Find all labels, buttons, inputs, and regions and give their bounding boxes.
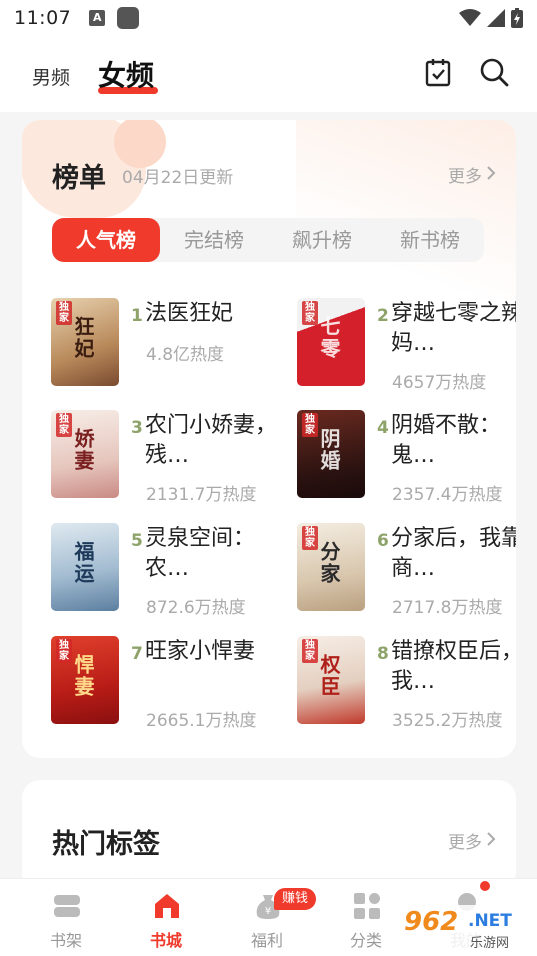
book-item[interactable]: 独家 狂妃 1 法医狂妃 4.8亿热度 bbox=[51, 298, 281, 398]
book-item[interactable]: 独家 悍妻 7 旺家小悍妻 2665.1万热度 bbox=[51, 636, 281, 736]
book-heat: 4657万热度 bbox=[392, 373, 487, 393]
book-heat: 2717.8万热度 bbox=[392, 598, 503, 618]
cover-art-text: 狂妃 bbox=[71, 316, 95, 360]
notification-dot bbox=[480, 881, 490, 891]
book-heat: 2357.4万热度 bbox=[392, 485, 503, 505]
watermark-net: .NET bbox=[468, 911, 512, 931]
wifi-icon bbox=[459, 9, 481, 26]
nav-category[interactable]: 分类 bbox=[326, 879, 406, 956]
home-icon bbox=[155, 894, 179, 918]
nav-bookshelf[interactable]: 书架 bbox=[26, 879, 106, 956]
battery-icon bbox=[511, 8, 523, 28]
hot-tags-title: 热门标签 bbox=[52, 829, 160, 860]
rank-number: 5 bbox=[131, 531, 143, 551]
book-cover[interactable]: 独家 权臣 bbox=[297, 636, 365, 724]
book-title: 灵泉空间：农… bbox=[145, 526, 256, 581]
book-cover[interactable]: 独家 狂妃 bbox=[51, 298, 119, 386]
book-cover[interactable]: 独家 阴婚 bbox=[297, 410, 365, 498]
rank-number: 4 bbox=[377, 418, 389, 438]
ranking-more-link[interactable]: 更多 bbox=[448, 162, 482, 187]
grid-icon bbox=[354, 893, 380, 919]
bookshelf-icon bbox=[54, 895, 80, 917]
cover-art-text: 福运 bbox=[71, 541, 95, 585]
watermark-logo: 962 bbox=[404, 907, 459, 937]
ranking-title: 榜单 bbox=[52, 163, 106, 194]
cover-art-text: 娇妻 bbox=[71, 428, 95, 472]
site-watermark: 962 .NET 乐游网 bbox=[398, 905, 533, 953]
book-title: 法医狂妃 bbox=[145, 301, 234, 326]
status-bar: 11:07 A bbox=[0, 0, 537, 36]
top-header: 男频 女频 bbox=[0, 36, 537, 112]
book-title: 穿越七零之辣妈… bbox=[391, 301, 516, 356]
book-item[interactable]: 独家 权臣 8 错撩权臣后，我… 3525.2万热度 bbox=[297, 636, 516, 736]
app-notification-icon bbox=[117, 7, 140, 29]
book-item[interactable]: 独家 分家 6 分家后，我靠商… 2717.8万热度 bbox=[297, 523, 516, 623]
status-icons bbox=[459, 8, 523, 28]
chevron-right-icon[interactable] bbox=[484, 830, 498, 848]
nav-label: 书城 bbox=[149, 931, 182, 950]
decorative-coin-icon bbox=[114, 120, 166, 168]
book-item[interactable]: 独家 阴婚 4 阴婚不散：鬼… 2357.4万热度 bbox=[297, 410, 516, 510]
a-notification-icon: A bbox=[89, 10, 106, 26]
tab-popular[interactable]: 人气榜 bbox=[52, 218, 160, 262]
cover-art-text: 七零 bbox=[317, 316, 341, 360]
cover-art-text: 阴婚 bbox=[317, 428, 341, 472]
hot-tags-more-link[interactable]: 更多 bbox=[448, 828, 482, 853]
tab-female[interactable]: 女频 bbox=[98, 54, 154, 94]
book-cover[interactable]: 福运 bbox=[51, 523, 119, 611]
rank-number: 3 bbox=[131, 418, 143, 438]
book-title: 农门小娇妻，残… bbox=[145, 413, 278, 468]
status-time: 11:07 bbox=[14, 7, 72, 29]
book-title: 分家后，我靠商… bbox=[391, 526, 516, 581]
earn-money-badge: 赚钱 bbox=[274, 888, 317, 910]
rank-number: 7 bbox=[131, 644, 143, 664]
signal-icon bbox=[487, 9, 505, 27]
book-item[interactable]: 福运 5 灵泉空间：农… 872.6万热度 bbox=[51, 523, 281, 623]
ranking-tabs: 人气榜 完结榜 飙升榜 新书榜 bbox=[52, 218, 484, 262]
cover-art-text: 权臣 bbox=[317, 654, 341, 698]
book-heat: 4.8亿热度 bbox=[146, 345, 225, 365]
rank-number: 1 bbox=[131, 306, 143, 326]
calendar-check-icon[interactable] bbox=[422, 56, 454, 88]
book-heat: 3525.2万热度 bbox=[392, 711, 503, 731]
nav-label: 福利 bbox=[250, 931, 283, 950]
ranking-card: 榜单 04月22日更新 更多 人气榜 完结榜 飙升榜 新书榜 独家 狂妃 1 法… bbox=[22, 120, 516, 758]
nav-bookstore[interactable]: 书城 bbox=[126, 879, 206, 956]
book-cover[interactable]: 独家 七零 bbox=[297, 298, 365, 386]
book-item[interactable]: 独家 娇妻 3 农门小娇妻，残… 2131.7万热度 bbox=[51, 410, 281, 510]
tab-rising[interactable]: 飙升榜 bbox=[268, 218, 376, 262]
tab-male[interactable]: 男频 bbox=[32, 63, 70, 90]
book-title: 旺家小悍妻 bbox=[145, 639, 256, 664]
rank-number: 6 bbox=[377, 531, 389, 551]
nav-label: 书架 bbox=[49, 931, 82, 950]
chevron-right-icon[interactable] bbox=[484, 164, 498, 182]
book-heat: 2665.1万热度 bbox=[146, 711, 257, 731]
nav-label: 分类 bbox=[349, 931, 382, 950]
book-cover[interactable]: 独家 分家 bbox=[297, 523, 365, 611]
rank-number: 2 bbox=[377, 306, 389, 326]
book-cover[interactable]: 独家 娇妻 bbox=[51, 410, 119, 498]
card-decoration bbox=[296, 120, 516, 300]
tab-completed[interactable]: 完结榜 bbox=[160, 218, 268, 262]
book-heat: 2131.7万热度 bbox=[146, 485, 257, 505]
book-item[interactable]: 独家 七零 2 穿越七零之辣妈… 4657万热度 bbox=[297, 298, 516, 398]
ranking-updated-date: 04月22日更新 bbox=[122, 168, 234, 188]
book-title: 错撩权臣后，我… bbox=[391, 639, 516, 694]
cover-art-text: 悍妻 bbox=[71, 654, 95, 698]
hot-tags-card: 热门标签 更多 bbox=[22, 780, 516, 890]
tab-new[interactable]: 新书榜 bbox=[376, 218, 484, 262]
book-title: 阴婚不散：鬼… bbox=[391, 413, 502, 468]
book-cover[interactable]: 独家 悍妻 bbox=[51, 636, 119, 724]
rank-number: 8 bbox=[377, 644, 389, 664]
search-icon[interactable] bbox=[478, 56, 510, 88]
svg-text:¥: ¥ bbox=[265, 906, 271, 917]
watermark-sub: 乐游网 bbox=[470, 936, 510, 951]
book-heat: 872.6万热度 bbox=[146, 598, 246, 618]
cover-art-text: 分家 bbox=[317, 541, 341, 585]
